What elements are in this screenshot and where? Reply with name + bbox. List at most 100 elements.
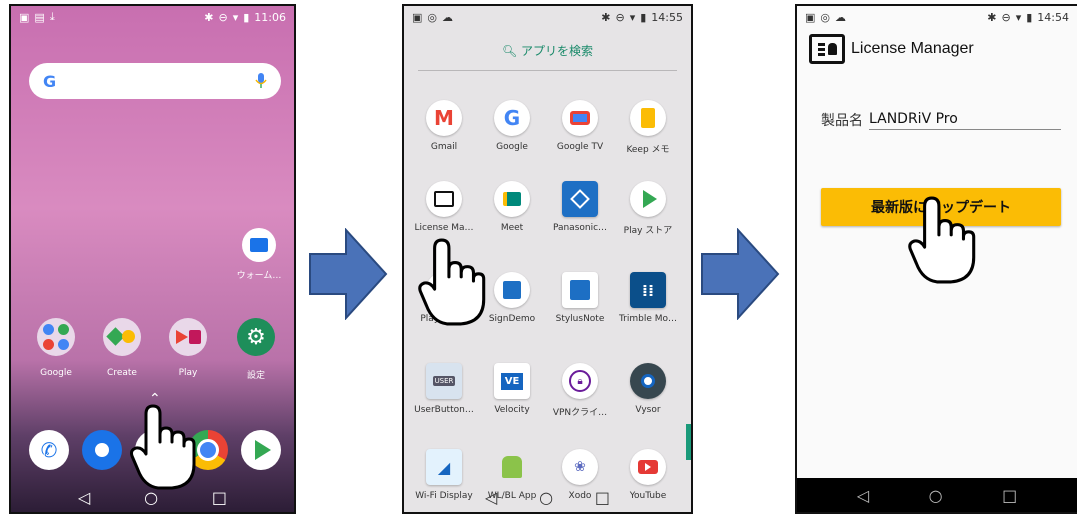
wifi-icon: ▾ bbox=[232, 10, 239, 24]
battery-icon: ▮ bbox=[640, 10, 647, 24]
app-tile-google[interactable]: G Google bbox=[480, 100, 544, 152]
signdemo-icon bbox=[494, 272, 530, 308]
cloud-icon: ☁ bbox=[835, 10, 847, 24]
app-title: License Manager bbox=[851, 40, 974, 57]
bluetooth-icon: ✱ bbox=[204, 10, 214, 24]
folder-create[interactable]: Create bbox=[97, 318, 147, 378]
status-time: 14:55 bbox=[651, 10, 683, 24]
create-folder-icon bbox=[103, 318, 141, 356]
folder-label: 設定 bbox=[246, 371, 265, 381]
folder-google[interactable]: Google bbox=[31, 318, 81, 378]
userbutton-icon: USER bbox=[426, 363, 462, 399]
stylusnote-icon bbox=[562, 272, 598, 308]
google-folder-icon bbox=[37, 318, 75, 356]
warm-app-icon bbox=[242, 228, 276, 262]
mic-icon[interactable] bbox=[255, 73, 267, 89]
back-icon[interactable]: ◁ bbox=[78, 488, 90, 507]
product-field[interactable]: 製品名 LANDRiV Pro bbox=[821, 110, 1061, 130]
vpn-icon: 🔒︎ bbox=[562, 363, 598, 399]
app-search[interactable]: 🔍︎ アプリを検索 bbox=[404, 42, 691, 59]
youtube-icon bbox=[630, 449, 666, 485]
image-icon: ▣ bbox=[412, 10, 423, 24]
warm-app-shortcut[interactable]: ウォーム… bbox=[229, 228, 289, 281]
trimble-icon: ⁞⁞ bbox=[630, 272, 666, 308]
license-icon bbox=[426, 181, 462, 217]
status-time: 14:54 bbox=[1037, 10, 1069, 24]
play-store-app-icon[interactable] bbox=[241, 430, 281, 470]
flow-arrow-1 bbox=[309, 228, 388, 320]
app-tile-trimble[interactable]: ⁞⁞ Trimble Mo… bbox=[616, 272, 680, 324]
sync-icon: ◎ bbox=[820, 10, 831, 24]
back-icon[interactable]: ◁ bbox=[485, 488, 497, 507]
velocity-icon: VE bbox=[494, 363, 530, 399]
bluetooth-icon: ✱ bbox=[987, 10, 997, 24]
wifi-icon: ▾ bbox=[1015, 10, 1022, 24]
home-icon[interactable]: ○ bbox=[929, 486, 943, 505]
sync-icon: ◎ bbox=[427, 10, 438, 24]
keep-icon bbox=[630, 100, 666, 136]
image-icon: ▤ bbox=[34, 10, 45, 24]
wifi-display-icon: ◢ bbox=[426, 449, 462, 485]
status-time: 11:06 bbox=[254, 10, 286, 24]
camera-app-icon[interactable] bbox=[82, 430, 122, 470]
settings-gear-icon: ⚙ bbox=[237, 318, 275, 356]
app-tile-userbutton[interactable]: USER UserButton… bbox=[412, 363, 476, 415]
play-folder-icon bbox=[169, 318, 207, 356]
status-bar: ▣ ▤ ⤓ ✱ ⊖ ▾ ▮ 11:06 bbox=[11, 6, 294, 28]
status-bar: ▣ ◎ ☁ ✱ ⊖ ▾ ▮ 14:55 bbox=[404, 6, 691, 28]
app-tile-velocity[interactable]: VE Velocity bbox=[480, 363, 544, 415]
download-icon: ⤓ bbox=[49, 10, 55, 23]
recents-icon[interactable]: □ bbox=[212, 488, 227, 507]
dnd-icon: ⊖ bbox=[615, 10, 625, 24]
panasonic-icon bbox=[562, 181, 598, 217]
google-icon: G bbox=[494, 100, 530, 136]
app-header: License Manager bbox=[809, 34, 974, 64]
google-logo-icon: G bbox=[43, 71, 57, 91]
image-icon: ▣ bbox=[805, 10, 816, 24]
scrollbar[interactable] bbox=[686, 424, 691, 460]
xodo-icon: ❀ bbox=[562, 449, 598, 485]
recents-icon[interactable]: □ bbox=[1002, 486, 1017, 505]
app-tile-gmail[interactable]: M Gmail bbox=[412, 100, 476, 152]
dnd-icon: ⊖ bbox=[1001, 10, 1011, 24]
settings-app[interactable]: ⚙ 設定 bbox=[231, 318, 281, 381]
folder-play[interactable]: Play bbox=[163, 318, 213, 378]
app-tile-play-store[interactable]: Play ストア bbox=[616, 181, 680, 236]
app-tile-stylusnote[interactable]: StylusNote bbox=[548, 272, 612, 324]
wlbl-icon bbox=[494, 449, 530, 485]
app-tile-vpn[interactable]: 🔒︎ VPNクライ… bbox=[548, 363, 612, 418]
recents-icon[interactable]: □ bbox=[595, 488, 610, 507]
back-icon[interactable]: ◁ bbox=[857, 486, 869, 505]
app-tile-vysor[interactable]: Vysor bbox=[616, 363, 680, 415]
play-store-icon bbox=[630, 181, 666, 217]
product-label: 製品名 bbox=[821, 113, 863, 129]
meet-icon bbox=[494, 181, 530, 217]
app-tile-signdemo[interactable]: SignDemo bbox=[480, 272, 544, 324]
app-tile-google-tv[interactable]: Google TV bbox=[548, 100, 612, 152]
search-divider bbox=[418, 70, 677, 71]
nav-bar: ◁ ○ □ bbox=[797, 478, 1077, 512]
cloud-icon: ☁ bbox=[442, 10, 454, 24]
app-tile-panasonic[interactable]: Panasonic… bbox=[548, 181, 612, 233]
app-tile-license-manager[interactable]: License Ma… bbox=[412, 181, 476, 233]
vysor-icon bbox=[630, 363, 666, 399]
battery-icon: ▮ bbox=[243, 10, 250, 24]
app-tile-meet[interactable]: Meet bbox=[480, 181, 544, 233]
home-icon[interactable]: ○ bbox=[539, 488, 553, 507]
nav-bar: ◁ ○ □ bbox=[404, 482, 691, 512]
google-search-bar[interactable]: G bbox=[29, 63, 281, 99]
search-icon: 🔍︎ bbox=[501, 44, 518, 58]
flow-arrow-2 bbox=[701, 228, 780, 320]
dnd-icon: ⊖ bbox=[218, 10, 228, 24]
status-bar: ▣ ◎ ☁ ✱ ⊖ ▾ ▮ 14:54 bbox=[797, 6, 1077, 28]
app-tile-keep[interactable]: Keep メモ bbox=[616, 100, 680, 155]
pointing-hand-icon bbox=[908, 196, 976, 284]
phone-app-icon[interactable]: ✆ bbox=[29, 430, 69, 470]
folder-label: Create bbox=[107, 368, 137, 378]
folder-label: Play bbox=[178, 368, 198, 378]
folder-label: Google bbox=[40, 368, 72, 378]
bluetooth-icon: ✱ bbox=[601, 10, 611, 24]
battery-icon: ▮ bbox=[1026, 10, 1033, 24]
photo-icon: ▣ bbox=[19, 10, 30, 24]
warm-app-label: ウォーム… bbox=[236, 271, 282, 281]
